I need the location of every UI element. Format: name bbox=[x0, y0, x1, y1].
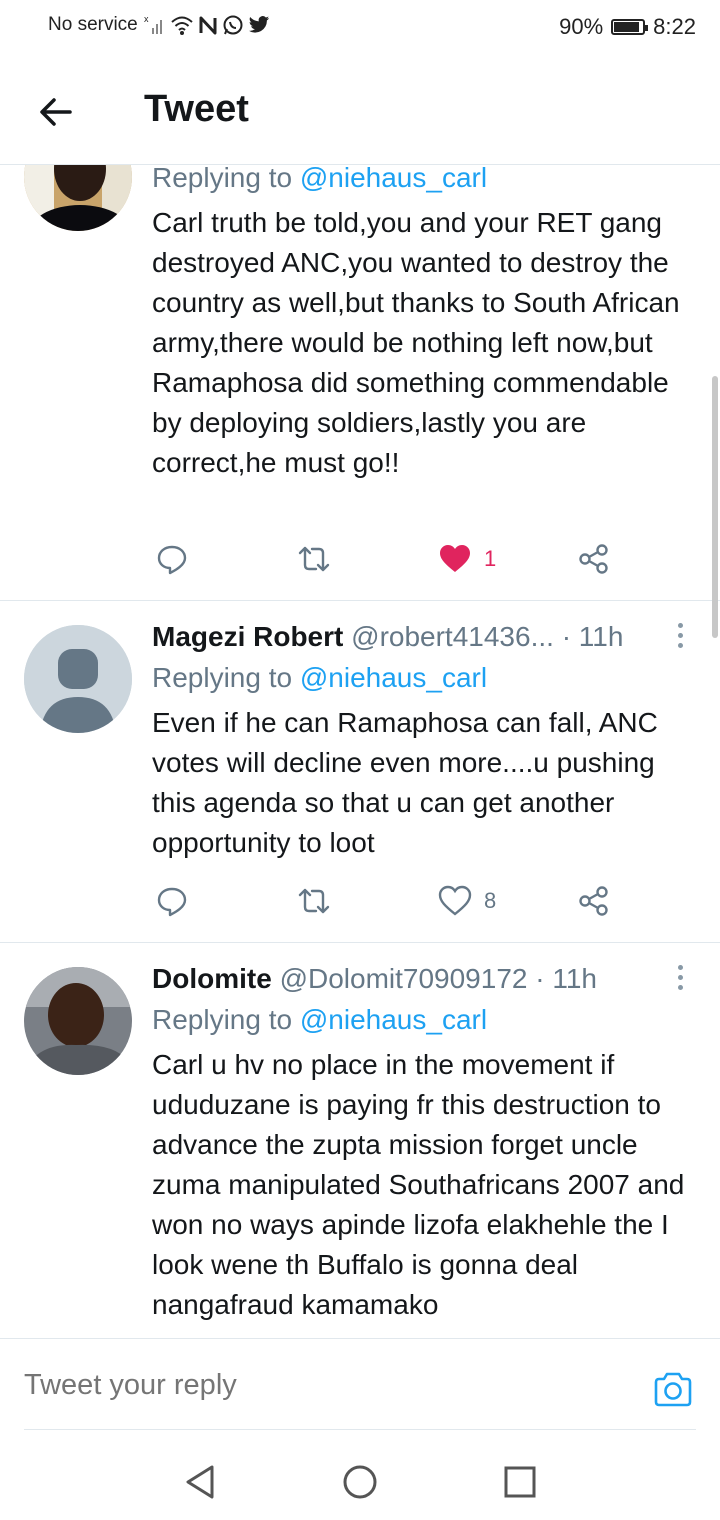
status-right: 90% 8:22 bbox=[559, 14, 696, 40]
heart-filled-icon bbox=[440, 545, 470, 572]
user-photo-icon bbox=[24, 165, 132, 231]
status-left: No service x bbox=[48, 14, 270, 36]
clock: 8:22 bbox=[653, 14, 696, 39]
comment-icon bbox=[157, 887, 187, 917]
reply-tweet[interactable]: Replying to @niehaus_carl Carl truth be … bbox=[0, 165, 720, 601]
author-handle[interactable]: @robert41436... bbox=[351, 621, 554, 652]
share-button[interactable] bbox=[578, 537, 610, 581]
system-nav-bar bbox=[0, 1432, 720, 1520]
author-name[interactable]: Magezi Robert bbox=[152, 621, 343, 652]
replying-to-link[interactable]: @niehaus_carl bbox=[300, 662, 487, 693]
back-button[interactable] bbox=[36, 92, 76, 132]
reply-button[interactable] bbox=[156, 537, 188, 581]
retweet-button[interactable] bbox=[296, 879, 332, 923]
like-button[interactable]: 1 bbox=[438, 537, 496, 581]
no-signal-icon: x bbox=[144, 14, 162, 34]
replying-to-link[interactable]: @niehaus_carl bbox=[300, 1004, 487, 1035]
tweet-text: Even if he can Ramaphosa can fall, ANC v… bbox=[152, 707, 658, 858]
whatsapp-icon bbox=[223, 15, 243, 35]
tweet-time: · 11h bbox=[535, 963, 598, 994]
triangle-back-icon bbox=[186, 1465, 214, 1499]
replying-to: Replying to @niehaus_carl bbox=[152, 165, 700, 199]
avatar[interactable] bbox=[24, 967, 132, 1075]
carrier-label: No service bbox=[48, 14, 138, 35]
heart-outline-icon bbox=[438, 885, 472, 916]
replying-to: Replying to @niehaus_carl bbox=[152, 1004, 488, 1035]
more-options-icon[interactable] bbox=[674, 623, 686, 651]
user-photo-icon bbox=[24, 967, 132, 1075]
reply-input[interactable] bbox=[24, 1363, 624, 1407]
like-count: 1 bbox=[484, 546, 497, 571]
reply-feed[interactable]: Replying to @niehaus_carl Carl truth be … bbox=[0, 165, 720, 1338]
camera-icon bbox=[654, 1372, 692, 1407]
arrow-left-icon bbox=[40, 98, 72, 126]
default-avatar-icon bbox=[24, 625, 132, 733]
twitter-bird-icon bbox=[248, 16, 269, 33]
replying-to: Replying to @niehaus_carl bbox=[152, 662, 488, 693]
reply-composer bbox=[0, 1338, 720, 1431]
retweet-button[interactable] bbox=[296, 537, 332, 581]
reply-button[interactable] bbox=[156, 879, 188, 923]
avatar[interactable] bbox=[24, 165, 132, 231]
tweet-time: · 11h bbox=[561, 621, 624, 652]
share-icon bbox=[579, 544, 608, 574]
svg-text:x: x bbox=[144, 14, 149, 24]
status-bar: No service x 90% 8:22 bbox=[0, 0, 720, 56]
reply-tweet[interactable]: Dolomite @Dolomit70909172 · 11h Replying… bbox=[0, 943, 720, 1338]
tweet-actions: 1 bbox=[152, 537, 622, 581]
share-button[interactable] bbox=[578, 879, 610, 923]
wifi-icon bbox=[171, 16, 193, 35]
replying-to-link[interactable]: @niehaus_carl bbox=[300, 165, 487, 193]
share-icon bbox=[579, 886, 608, 916]
scrollbar[interactable] bbox=[712, 376, 718, 638]
tweet-meta: Magezi Robert @robert41436... · 11h bbox=[152, 617, 700, 657]
nav-back-button[interactable] bbox=[180, 1462, 220, 1502]
page-title: Tweet bbox=[144, 88, 249, 130]
circle-home-icon bbox=[343, 1465, 377, 1499]
camera-button[interactable] bbox=[652, 1369, 694, 1411]
app-header: Tweet bbox=[0, 60, 720, 165]
author-handle[interactable]: @Dolomit70909172 bbox=[280, 963, 528, 994]
author-name[interactable]: Dolomite bbox=[152, 963, 272, 994]
tweet-actions: 8 bbox=[152, 879, 622, 923]
battery-icon bbox=[611, 19, 649, 35]
more-options-icon[interactable] bbox=[674, 965, 686, 993]
retweet-icon bbox=[298, 546, 330, 572]
nfc-icon bbox=[199, 16, 217, 35]
battery-percent: 90% bbox=[559, 14, 604, 39]
tweet-text: Carl u hv no place in the movement if ud… bbox=[152, 1049, 685, 1320]
reply-tweet[interactable]: Magezi Robert @robert41436... · 11h Repl… bbox=[0, 601, 720, 943]
nav-recents-button[interactable] bbox=[500, 1462, 540, 1502]
square-recents-icon bbox=[504, 1466, 536, 1498]
avatar[interactable] bbox=[24, 625, 132, 733]
divider bbox=[24, 1429, 696, 1430]
like-button[interactable]: 8 bbox=[438, 879, 496, 923]
like-count: 8 bbox=[484, 888, 497, 913]
nav-home-button[interactable] bbox=[340, 1462, 380, 1502]
tweet-text: Carl truth be told,you and your RET gang… bbox=[152, 207, 680, 478]
comment-icon bbox=[157, 545, 187, 575]
tweet-meta: Dolomite @Dolomit70909172 · 11h bbox=[152, 959, 700, 999]
battery-fill bbox=[614, 22, 640, 32]
retweet-icon bbox=[298, 888, 330, 914]
